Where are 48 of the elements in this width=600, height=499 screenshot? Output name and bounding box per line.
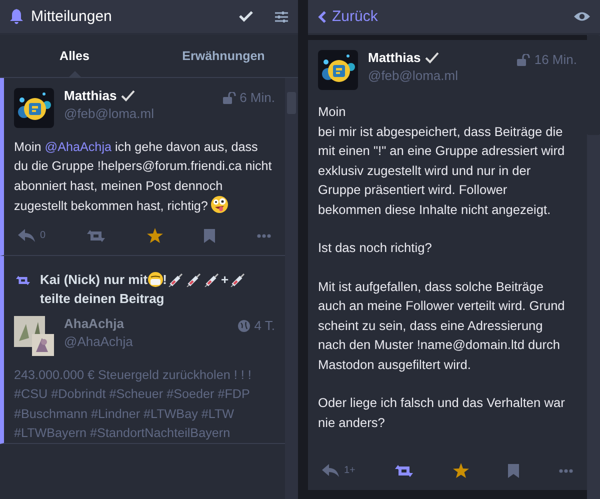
bell-icon — [10, 9, 23, 24]
author-name[interactable]: AhaAchja — [64, 316, 124, 332]
post-text: 243.000.000 € Steuergeld zurückholen ! ! ! #CSU #Dobrindt #Scheuer #Soeder #FDP #Buschmann #Lindner #LTWBay #LTW #LTWBayern #StandortNachteilBayern — [14, 367, 252, 442]
mention-link[interactable]: @AhaAchja — [44, 140, 112, 154]
syringe-emoji — [230, 272, 246, 287]
avatar — [14, 88, 54, 128]
tab[interactable]: Erwähnungen — [149, 35, 298, 77]
more-button[interactable] — [558, 468, 573, 472]
mark-read-button[interactable] — [239, 11, 253, 22]
syringe-emoji — [204, 272, 220, 287]
star-button[interactable] — [146, 228, 163, 244]
bookmark-button[interactable] — [508, 464, 520, 478]
boost-icon — [16, 275, 30, 286]
scrollbar[interactable] — [587, 35, 600, 499]
tab[interactable]: Alles — [0, 35, 149, 77]
notification-text: teilte deinen Beitrag — [40, 291, 166, 306]
display-name[interactable]: AhaAchja — [64, 316, 228, 332]
boost-button[interactable] — [87, 228, 106, 243]
account-handle: @AhaAchja — [64, 334, 134, 350]
post-text: Moin @AhaAchja ich gehe davon aus, dass du die Gruppe !helpers@forum.friendi.ca nicht abonniert hast, meinen Post dennoch zugestellt bekommen hast, richtig? — [14, 139, 273, 215]
account-handle: @feb@loma.ml — [368, 68, 459, 83]
post-paragraph: Ist das noch richtig? — [318, 239, 433, 257]
eye-icon[interactable] — [574, 11, 590, 22]
post-paragraph: Oder liege ich falsch und das Verhalten war nie anders? — [318, 394, 566, 432]
timestamp: 6 Min. — [240, 90, 275, 105]
timestamp: 4 T. — [254, 318, 275, 334]
syringe-emoji — [168, 272, 184, 287]
star-button[interactable] — [452, 463, 469, 478]
display-name[interactable]: Matthias — [64, 88, 213, 103]
post-paragraph: Mit ist aufgefallen, dass solche Beiträge auch an meine Follower verteilt wird. Grund scheint zu sein, dass eine Adressierung nach den Muster !name@domain.ltd durch Mastodon ausgefiltert wird. — [318, 278, 566, 374]
column-title: Mitteilungen — [31, 8, 113, 25]
chevron-left-icon — [318, 10, 326, 22]
bookmark-button[interactable] — [204, 228, 216, 243]
account-handle: @feb@loma.ml — [64, 106, 155, 121]
booster-name[interactable]: Kai (Nick) nur mit ! + — [40, 272, 247, 288]
syringe-emoji — [186, 272, 202, 287]
boost-button[interactable] — [395, 464, 414, 478]
author-name[interactable]: Matthias — [368, 50, 421, 65]
timestamp: 16 Min. — [534, 52, 577, 67]
settings-button[interactable] — [275, 10, 288, 22]
display-name[interactable]: Matthias — [368, 50, 508, 65]
mask-face-emoji — [148, 272, 163, 288]
author-name[interactable]: Matthias — [64, 88, 117, 103]
crazy-face-emoji — [211, 196, 228, 213]
avatar — [318, 50, 358, 90]
scrollbar[interactable] — [285, 78, 298, 499]
more-button[interactable] — [257, 234, 271, 238]
post-paragraph: Moin bei mir ist abgespeichert, dass Beiträge die mit einen "!" an eine Gruppe adressiert wird exklusiv zugestellt wird und nur in der Gruppe präsentiert wird. Follower bekommen diese Inhalte nicht angezeigt. — [318, 103, 566, 219]
